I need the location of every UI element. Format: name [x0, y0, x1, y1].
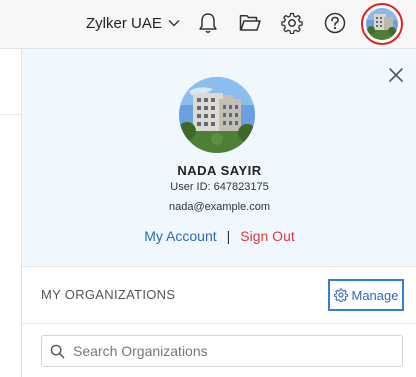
- close-button[interactable]: [386, 65, 406, 85]
- settings-button[interactable]: [278, 9, 306, 37]
- organizations-header: MY ORGANIZATIONS Manage: [22, 267, 416, 324]
- link-separator: |: [226, 228, 231, 244]
- page-background: [0, 49, 21, 377]
- gear-icon: [333, 288, 348, 302]
- folder-icon: [239, 15, 261, 31]
- bell-icon: [199, 13, 217, 33]
- user-id: User ID: 647823175: [170, 181, 269, 193]
- org-switcher[interactable]: Zylker UAE: [86, 12, 180, 34]
- top-bar: Zylker UAE: [0, 0, 416, 49]
- help-button[interactable]: [321, 9, 349, 37]
- profile-photo: [179, 77, 255, 153]
- user-email: nada@example.com: [168, 201, 271, 213]
- search-icon: [50, 344, 65, 358]
- profile-avatar-button[interactable]: [361, 3, 403, 45]
- org-name: Zylker UAE: [86, 14, 162, 32]
- search-input[interactable]: [71, 342, 395, 360]
- divider: [0, 114, 21, 115]
- chevron-down-icon: [168, 20, 180, 27]
- organizations-title: MY ORGANIZATIONS: [41, 287, 176, 302]
- profile-dropdown-panel: NADA SAYIR User ID: 647823175 nada@examp…: [21, 49, 416, 377]
- profile-section: NADA SAYIR User ID: 647823175 nada@examp…: [22, 49, 416, 267]
- account-links: My Account | Sign Out: [22, 228, 416, 244]
- help-icon: [324, 12, 346, 34]
- my-account-link[interactable]: My Account: [144, 228, 216, 244]
- sign-out-link[interactable]: Sign Out: [240, 228, 294, 244]
- manage-button[interactable]: Manage: [328, 279, 404, 311]
- close-icon: [389, 68, 403, 82]
- documents-button[interactable]: [236, 9, 264, 37]
- organization-search[interactable]: [41, 335, 403, 367]
- notifications-button[interactable]: [194, 9, 222, 37]
- manage-label: Manage: [351, 287, 399, 303]
- avatar: [366, 8, 398, 40]
- gear-icon: [281, 12, 303, 34]
- user-name: NADA SAYIR: [177, 163, 262, 178]
